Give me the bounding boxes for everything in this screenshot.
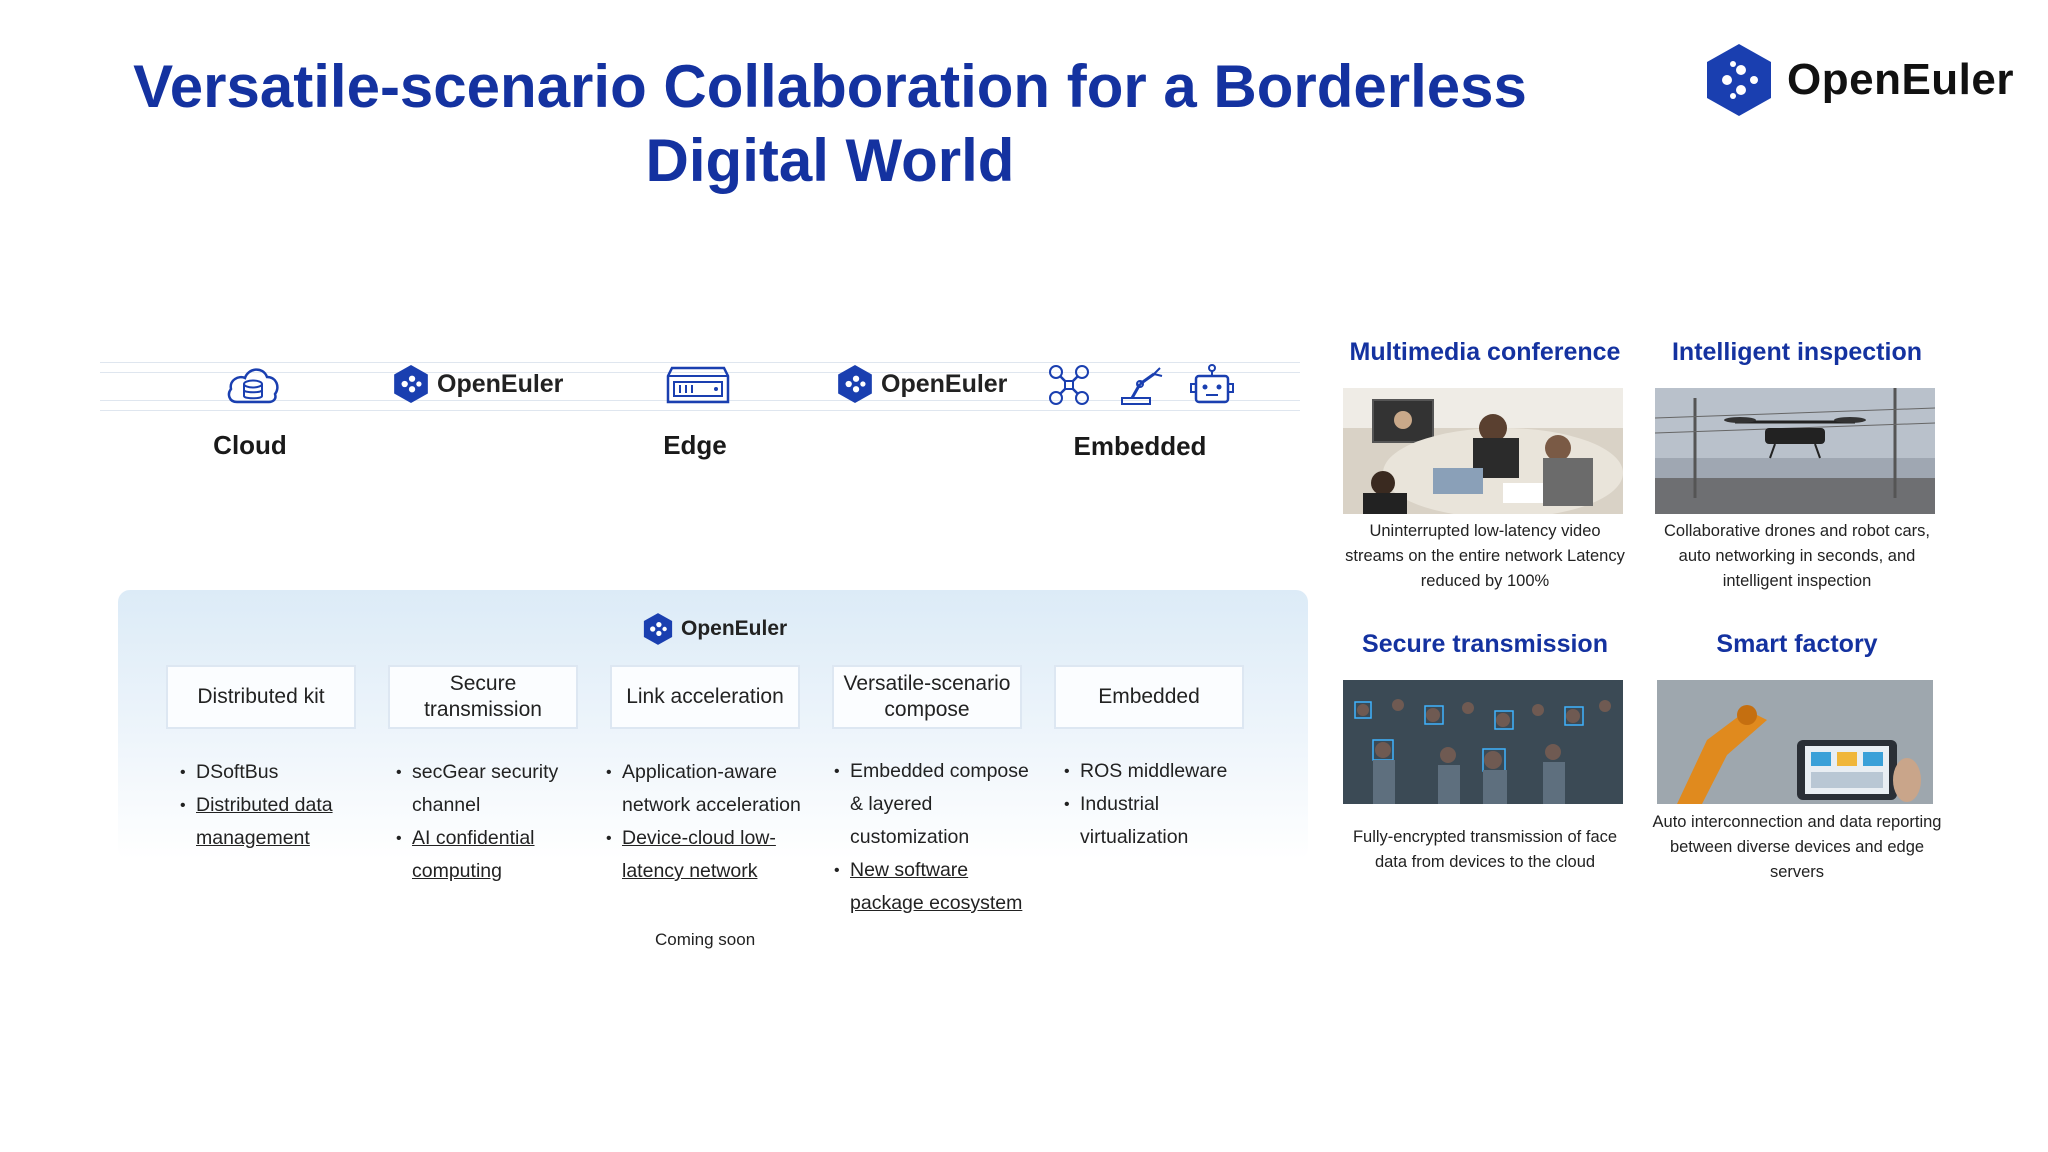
scenario-title-secure: Secure transmission bbox=[1362, 630, 1608, 658]
bullet-item: Distributed data management bbox=[180, 789, 360, 855]
strip-logo-text: OpenEuler bbox=[437, 369, 564, 398]
bullet-item: ROS middleware bbox=[1064, 755, 1244, 788]
scenario-desc-multimedia: Uninterrupted low-latency video streams … bbox=[1345, 522, 1625, 590]
bullets-link-acceleration: Application-aware network acceleration D… bbox=[606, 756, 806, 888]
strip-line bbox=[100, 410, 1300, 411]
edge-label: Edge bbox=[663, 430, 727, 460]
conference-photo bbox=[1343, 388, 1623, 514]
bullets-versatile-compose: Embedded compose & layered customization… bbox=[834, 755, 1034, 920]
bullet-item: secGear security channel bbox=[396, 756, 576, 822]
strip-logo: OpenEuler bbox=[393, 364, 563, 404]
module-embedded: Embedded bbox=[1054, 665, 1244, 729]
panel-logo: OpenEuler bbox=[643, 612, 787, 646]
scenario-desc-secure: Fully-encrypted transmission of face dat… bbox=[1352, 828, 1618, 871]
module-secure-transmission: Secure transmission bbox=[388, 665, 578, 729]
edge-server-icon bbox=[666, 366, 730, 404]
openeuler-logo-icon bbox=[643, 613, 673, 645]
openeuler-logo-icon bbox=[394, 365, 428, 403]
brand-logo: OpenEuler bbox=[1705, 42, 2014, 118]
bullet-item: Embedded compose & layered customization bbox=[834, 755, 1034, 854]
smart-factory-photo bbox=[1657, 680, 1933, 804]
robot-arm-icon bbox=[1121, 367, 1163, 405]
drone-icon bbox=[1049, 365, 1089, 405]
bullet-item: AI confidential computing bbox=[396, 822, 576, 888]
scenario-title-inspection: Intelligent inspection bbox=[1671, 338, 1922, 366]
scenario-desc-inspection: Collaborative drones and robot cars, aut… bbox=[1664, 522, 1930, 590]
module-versatile-compose: Versatile-scenario compose bbox=[832, 665, 1022, 729]
bullets-embedded: ROS middleware Industrial virtualization bbox=[1064, 755, 1244, 854]
bullet-item: Device-cloud low-latency network bbox=[606, 822, 806, 888]
bullet-item: New software package ecosystem bbox=[834, 854, 1034, 920]
bullet-item: Application-aware network acceleration bbox=[606, 756, 806, 822]
embedded-label: Embedded bbox=[1073, 431, 1207, 461]
openeuler-logo-icon bbox=[838, 365, 872, 403]
module-link-acceleration: Link acceleration bbox=[610, 665, 800, 729]
scenario-title-factory: Smart factory bbox=[1716, 630, 1878, 658]
brand-name: OpenEuler bbox=[1787, 55, 2014, 104]
coming-soon-note: Coming soon bbox=[655, 930, 756, 949]
module-distributed-kit: Distributed kit bbox=[166, 665, 356, 729]
panel-logo-text: OpenEuler bbox=[681, 617, 788, 640]
bullet-item: DSoftBus bbox=[180, 756, 360, 789]
cloud-label: Cloud bbox=[213, 430, 287, 460]
strip-logo-text: OpenEuler bbox=[881, 369, 1008, 398]
bullet-item: Industrial virtualization bbox=[1064, 788, 1244, 854]
scenario-desc-factory: Auto interconnection and data reporting … bbox=[1652, 813, 1942, 881]
page-title: Versatile-scenario Collaboration for a B… bbox=[133, 53, 1527, 194]
cloud-database-icon bbox=[227, 368, 279, 404]
crowd-face-detection-photo bbox=[1343, 680, 1623, 804]
bullets-secure-transmission: secGear security channel AI confidential… bbox=[396, 756, 576, 888]
openeuler-logo-icon bbox=[1707, 44, 1771, 116]
scenario-title-multimedia: Multimedia conference bbox=[1349, 338, 1621, 366]
bullets-distributed-kit: DSoftBus Distributed data management bbox=[180, 756, 360, 855]
drone-inspection-photo bbox=[1655, 388, 1935, 514]
strip-logo: OpenEuler bbox=[837, 364, 1007, 404]
robot-face-icon bbox=[1190, 364, 1234, 404]
